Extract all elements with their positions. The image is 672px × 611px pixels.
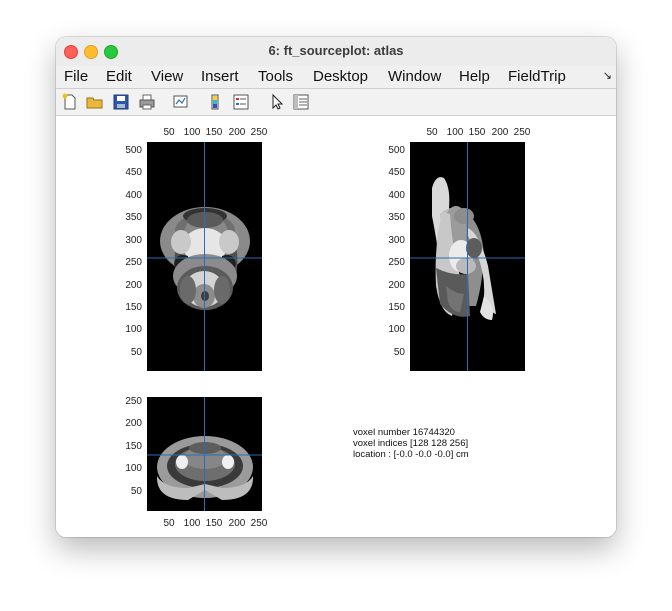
menu-bar: File Edit View Insert Tools Desktop Wind… <box>56 66 616 89</box>
sagittal-view[interactable] <box>410 142 525 371</box>
axial-ytick: 300 <box>125 235 142 246</box>
sagittal-ytick: 500 <box>388 145 405 156</box>
sagittal-ytick: 350 <box>388 212 405 223</box>
axial-ytick: 200 <box>125 280 142 291</box>
axial-view[interactable] <box>147 142 262 371</box>
menu-desktop[interactable]: Desktop <box>313 68 368 85</box>
pointer-icon[interactable] <box>268 93 286 111</box>
sagittal-ytick: 200 <box>388 280 405 291</box>
coronal-ytick: 100 <box>125 463 142 474</box>
sagittal-xtick: 50 <box>426 127 438 138</box>
coronal-ytick: 250 <box>125 396 142 407</box>
voxel-info: voxel number 16744320 voxel indices [128… <box>353 427 469 460</box>
link-plot-icon[interactable] <box>172 93 190 111</box>
menu-view[interactable]: View <box>151 68 183 85</box>
axial-ytick: 500 <box>125 145 142 156</box>
coronal-ytick: 50 <box>131 486 143 497</box>
menu-fieldtrip[interactable]: FieldTrip <box>508 68 566 85</box>
axial-xtick: 50 <box>163 127 175 138</box>
axial-xtick: 150 <box>206 127 223 138</box>
double-arrow-icon[interactable]: ↘ <box>603 69 612 82</box>
axial-ytick: 350 <box>125 212 142 223</box>
plots-svg: 50 100 150 200 250 500 450 400 350 300 2… <box>125 127 531 529</box>
voxel-number: voxel number 16744320 <box>353 427 455 438</box>
sagittal-xtick: 150 <box>469 127 486 138</box>
sagittal-xtick: 250 <box>514 127 531 138</box>
coronal-xtick: 200 <box>229 518 246 529</box>
sagittal-ytick: 300 <box>388 235 405 246</box>
sagittal-ytick: 50 <box>394 347 406 358</box>
sagittal-xtick: 100 <box>447 127 464 138</box>
title-bar: 6: ft_sourceplot: atlas <box>56 37 616 67</box>
menu-window[interactable]: Window <box>388 68 441 85</box>
voxel-indices: voxel indices [128 128 256] <box>353 438 469 449</box>
legend-icon[interactable] <box>232 93 250 111</box>
menu-insert[interactable]: Insert <box>201 68 239 85</box>
axial-xtick: 100 <box>184 127 201 138</box>
coronal-xtick: 250 <box>251 518 268 529</box>
sagittal-ytick: 450 <box>388 167 405 178</box>
voxel-location: location : [-0.0 -0.0 -0.0] cm <box>353 449 469 460</box>
menu-file[interactable]: File <box>64 68 88 85</box>
coronal-xtick: 150 <box>206 518 223 529</box>
toolbar <box>56 89 616 116</box>
sagittal-ytick: 150 <box>388 302 405 313</box>
sagittal-xtick: 200 <box>492 127 509 138</box>
coronal-ytick: 200 <box>125 418 142 429</box>
menu-edit[interactable]: Edit <box>106 68 132 85</box>
sagittal-ytick: 400 <box>388 190 405 201</box>
window-title: 6: ft_sourceplot: atlas <box>268 43 404 58</box>
save-icon[interactable] <box>112 93 130 111</box>
axial-ytick: 250 <box>125 257 142 268</box>
menu-help[interactable]: Help <box>459 68 490 85</box>
axial-ytick: 400 <box>125 190 142 201</box>
figure-window: 6: ft_sourceplot: atlas File Edit View I… <box>56 37 616 537</box>
sagittal-ytick: 250 <box>388 257 405 268</box>
coronal-xtick: 50 <box>163 518 175 529</box>
axial-ytick: 100 <box>125 324 142 335</box>
axial-xtick: 250 <box>251 127 268 138</box>
figure-canvas: 50 100 150 200 250 500 450 400 350 300 2… <box>56 116 616 537</box>
new-figure-icon[interactable] <box>61 93 79 111</box>
coronal-ytick: 150 <box>125 441 142 452</box>
axial-ytick: 150 <box>125 302 142 313</box>
print-icon[interactable] <box>138 93 156 111</box>
property-inspector-icon[interactable] <box>292 93 310 111</box>
axial-xtick: 200 <box>229 127 246 138</box>
coronal-view[interactable] <box>147 397 262 511</box>
sagittal-ytick: 100 <box>388 324 405 335</box>
axial-ytick: 50 <box>131 347 143 358</box>
open-file-icon[interactable] <box>86 93 104 111</box>
menu-tools[interactable]: Tools <box>258 68 293 85</box>
coronal-xtick: 100 <box>184 518 201 529</box>
colorbar-icon[interactable] <box>206 93 224 111</box>
axial-ytick: 450 <box>125 167 142 178</box>
